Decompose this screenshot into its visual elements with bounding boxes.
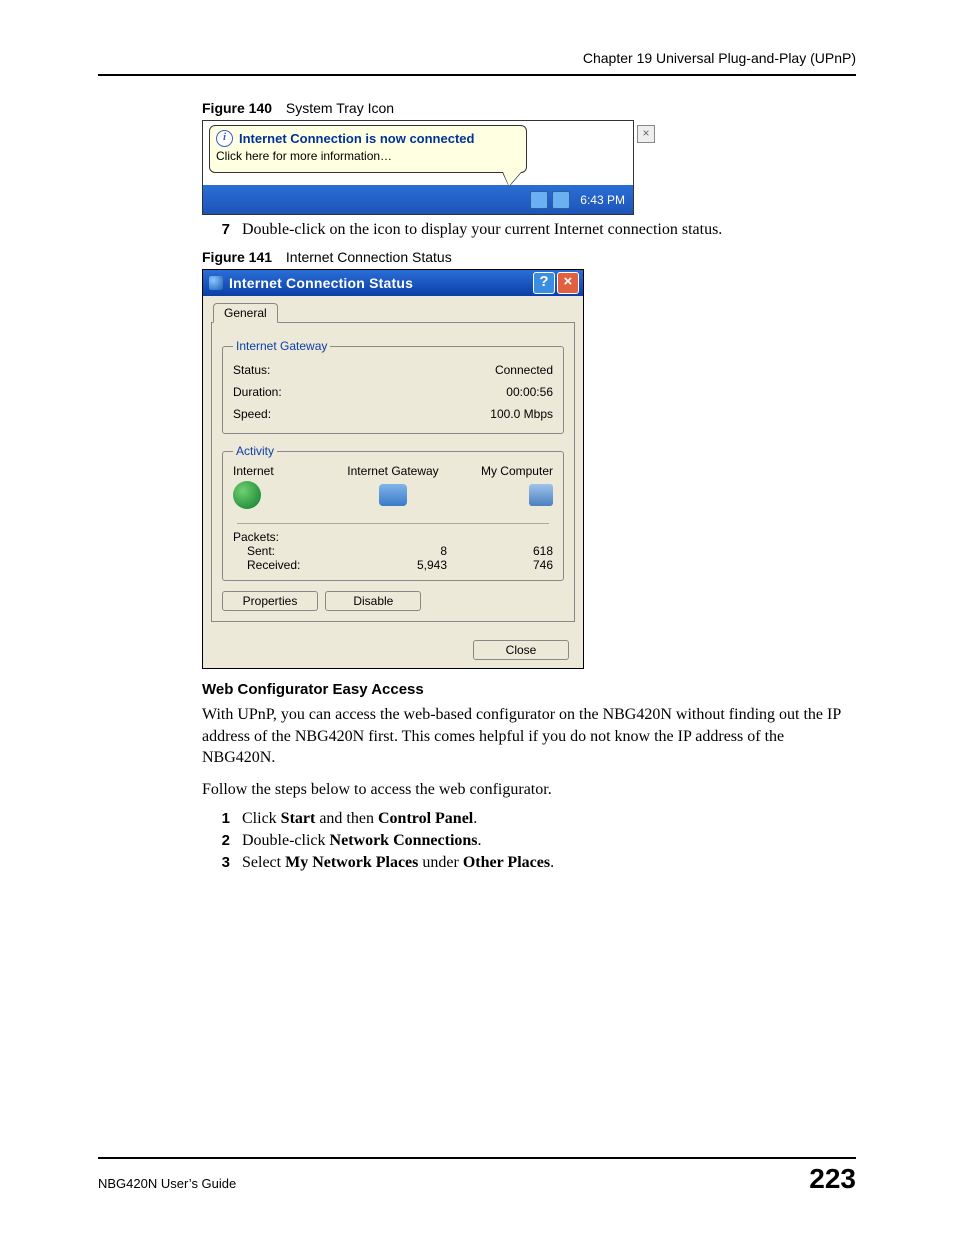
footer: NBG420N User’s Guide 223 <box>98 1157 856 1195</box>
received-gw-value: 5,943 <box>367 558 447 572</box>
dialog-title: Internet Connection Status <box>229 275 413 291</box>
tab-general[interactable]: General <box>213 303 278 323</box>
tray-network-icon[interactable] <box>530 191 548 209</box>
button-row: Properties Disable <box>222 591 564 611</box>
col-gateway: Internet Gateway <box>340 464 446 509</box>
step-2: 2 Double-click Network Connections. <box>202 832 856 850</box>
content: Figure 140 System Tray Icon i Internet C… <box>98 100 856 872</box>
row-received: Received: 5,943 746 <box>233 558 553 572</box>
gateway-icon <box>379 484 407 506</box>
globe-icon <box>233 481 261 509</box>
tray-icon[interactable] <box>552 191 570 209</box>
step-1-text: Click Start and then Control Panel. <box>242 810 477 828</box>
group-internet-gateway-legend: Internet Gateway <box>233 339 330 353</box>
help-button[interactable]: ? <box>533 272 555 294</box>
figure-141-title: Internet Connection Status <box>286 249 452 265</box>
figure-140-number: Figure 140 <box>202 100 272 116</box>
group-internet-gateway: Internet Gateway Status: Connected Durat… <box>222 339 564 434</box>
disable-button[interactable]: Disable <box>325 591 421 611</box>
header-rule <box>98 74 856 76</box>
activity-columns: Internet Internet Gateway My Computer <box>233 464 553 509</box>
col-internet: Internet <box>233 464 339 509</box>
row-status: Status: Connected <box>233 359 553 381</box>
group-activity: Activity Internet Internet Gateway <box>222 444 564 581</box>
dialog-body: General Internet Gateway Status: Connect… <box>203 296 583 630</box>
activity-divider <box>237 523 549 524</box>
balloon-title-text: Internet Connection is now connected <box>239 131 474 146</box>
balloon-area: i Internet Connection is now connected C… <box>203 121 633 185</box>
col-internet-label: Internet <box>233 464 339 478</box>
computer-icon <box>529 484 553 506</box>
footer-rule <box>98 1157 856 1159</box>
taskbar: 6:43 PM <box>203 185 633 214</box>
steps-list: 1 Click Start and then Control Panel. 2 … <box>202 810 856 872</box>
dialog-icon <box>209 276 223 290</box>
col-mycomputer-label: My Computer <box>447 464 553 478</box>
tray-balloon[interactable]: i Internet Connection is now connected C… <box>209 125 527 173</box>
step-2-text: Double-click Network Connections. <box>242 832 482 850</box>
section-heading: Web Configurator Easy Access <box>202 681 856 698</box>
status-label: Status: <box>233 359 270 381</box>
figure-140-caption: Figure 140 System Tray Icon <box>202 100 856 116</box>
duration-label: Duration: <box>233 381 282 403</box>
info-icon: i <box>216 130 233 147</box>
status-value: Connected <box>495 359 553 381</box>
dialog-titlebar[interactable]: Internet Connection Status ? × <box>203 270 583 296</box>
close-button[interactable]: × <box>557 272 579 294</box>
row-speed: Speed: 100.0 Mbps <box>233 403 553 425</box>
step-1: 1 Click Start and then Control Panel. <box>202 810 856 828</box>
balloon-subtext: Click here for more information… <box>216 149 520 163</box>
para-2: Follow the steps below to access the web… <box>202 779 856 801</box>
tray-clock: 6:43 PM <box>580 193 625 207</box>
properties-button[interactable]: Properties <box>222 591 318 611</box>
figure-141-caption: Figure 141 Internet Connection Status <box>202 249 856 265</box>
received-pc-value: 746 <box>447 558 553 572</box>
row-sent: Sent: 8 618 <box>233 544 553 558</box>
balloon-close-button[interactable]: × <box>637 125 655 143</box>
step-3-number: 3 <box>202 854 230 872</box>
step-2-number: 2 <box>202 832 230 850</box>
packets-table: Packets: Sent: 8 618 Received: <box>233 530 553 572</box>
sent-label: Sent: <box>233 544 367 558</box>
packets-label: Packets: <box>233 530 353 544</box>
dialog-footer: Close <box>203 630 583 668</box>
received-label: Received: <box>233 558 367 572</box>
page-number: 223 <box>809 1163 856 1195</box>
figure-140: i Internet Connection is now connected C… <box>202 120 634 215</box>
figure-140-title: System Tray Icon <box>286 100 394 116</box>
para-1: With UPnP, you can access the web-based … <box>202 704 856 769</box>
close-button-footer[interactable]: Close <box>473 640 569 660</box>
col-gateway-label: Internet Gateway <box>340 464 446 478</box>
group-activity-legend: Activity <box>233 444 277 458</box>
step-7-number: 7 <box>202 221 230 239</box>
sent-pc-value: 618 <box>447 544 553 558</box>
footer-guide: NBG420N User’s Guide <box>98 1176 236 1191</box>
sent-gw-value: 8 <box>367 544 447 558</box>
row-duration: Duration: 00:00:56 <box>233 381 553 403</box>
tab-strip: General <box>211 302 575 323</box>
step-1-number: 1 <box>202 810 230 828</box>
figure-141-number: Figure 141 <box>202 249 272 265</box>
step-7-text: Double-click on the icon to display your… <box>242 221 722 239</box>
col-mycomputer: My Computer <box>447 464 553 509</box>
step-3: 3 Select My Network Places under Other P… <box>202 854 856 872</box>
tab-panel: Internet Gateway Status: Connected Durat… <box>211 323 575 622</box>
packets-header: Packets: <box>233 530 553 544</box>
speed-label: Speed: <box>233 403 271 425</box>
duration-value: 00:00:56 <box>506 381 553 403</box>
step-7: 7 Double-click on the icon to display yo… <box>202 221 856 239</box>
figure-141: Internet Connection Status ? × General I… <box>202 269 584 669</box>
page: Chapter 19 Universal Plug-and-Play (UPnP… <box>0 0 954 1235</box>
balloon-tail <box>503 172 521 186</box>
balloon-title: i Internet Connection is now connected <box>216 130 520 147</box>
header-chapter: Chapter 19 Universal Plug-and-Play (UPnP… <box>98 50 856 74</box>
speed-value: 100.0 Mbps <box>490 403 553 425</box>
step-3-text: Select My Network Places under Other Pla… <box>242 854 554 872</box>
